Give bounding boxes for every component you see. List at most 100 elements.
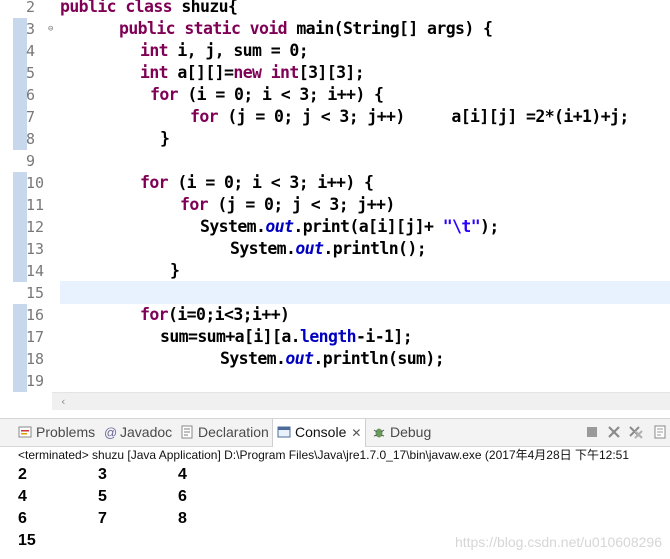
keyword: public static void bbox=[119, 19, 288, 38]
code-editor[interactable]: 2 3 4 5 6 7 8 9 10 11 12 13 14 15 16 17 18 19 ⊖ public cla… bbox=[0, 0, 670, 392]
field: length bbox=[300, 327, 357, 346]
static-field: out bbox=[265, 217, 294, 236]
output-value: 7 bbox=[98, 510, 107, 527]
code-token: (i = 0; i < 3; i++) { bbox=[178, 85, 384, 104]
code-line-6: for (i = 0; i < 3; i++) { bbox=[150, 84, 384, 106]
keyword: for bbox=[140, 173, 169, 192]
code-line-12: System.out.print(a[i][j]+ "\t"); bbox=[200, 216, 499, 238]
code-token: } bbox=[170, 261, 180, 280]
tab-debug[interactable]: Debug bbox=[372, 419, 431, 446]
line-number: 14 bbox=[26, 262, 45, 280]
code-token: (j = 0; j < 3; j++) bbox=[208, 195, 395, 214]
horizontal-scrollbar[interactable]: ‹ bbox=[52, 392, 670, 410]
line-number: 15 bbox=[26, 284, 45, 302]
code-line-8: } bbox=[160, 128, 170, 150]
scroll-left-arrow-icon[interactable]: ‹ bbox=[60, 393, 67, 410]
clear-console-icon[interactable] bbox=[652, 424, 668, 440]
code-token: (i = 0; i < 3; i++) { bbox=[168, 173, 374, 192]
line-number: 6 bbox=[26, 86, 36, 104]
terminate-icon[interactable] bbox=[584, 424, 600, 440]
code-line-16: for(i=0;i<3;i++) bbox=[140, 304, 290, 326]
keyword: for bbox=[180, 195, 209, 214]
code-token: sum=sum+a[i][a. bbox=[160, 327, 301, 346]
line-number: 10 bbox=[26, 174, 45, 192]
remove-launch-icon[interactable] bbox=[606, 424, 622, 440]
line-number: 18 bbox=[26, 350, 45, 368]
code-line-14: } bbox=[170, 260, 180, 282]
code-line-18: System.out.println(sum); bbox=[220, 348, 445, 370]
keyword: int bbox=[140, 63, 169, 82]
watermark-text: https://blog.csdn.net/u010608296 bbox=[454, 534, 662, 550]
keyword: new bbox=[233, 63, 262, 82]
code-line-5: int a[][]=new int[3][3]; bbox=[140, 62, 365, 84]
output-value: 15 bbox=[18, 532, 36, 549]
code-token: .println(); bbox=[323, 239, 427, 258]
line-number: 13 bbox=[26, 240, 45, 258]
code-token: } bbox=[160, 129, 170, 148]
code-token: shuzu{ bbox=[172, 0, 238, 16]
code-line-2: public class shuzu{ bbox=[60, 0, 238, 18]
current-line-highlight bbox=[60, 281, 670, 304]
code-token: System. bbox=[230, 239, 296, 258]
line-number: 5 bbox=[26, 64, 36, 82]
terminated-status-text: <terminated> shuzu [Java Application] D:… bbox=[18, 448, 629, 462]
tab-label: Debug bbox=[390, 424, 432, 440]
tab-label: Javadoc bbox=[120, 424, 173, 440]
code-line-13: System.out.println(); bbox=[230, 238, 427, 260]
code-token: .print(a[i][j]+ bbox=[293, 217, 443, 236]
line-number: 2 bbox=[26, 0, 36, 16]
code-token: i, j, sum = 0; bbox=[168, 41, 309, 60]
output-value: 5 bbox=[98, 488, 107, 505]
line-number: 9 bbox=[26, 152, 36, 170]
bug-icon bbox=[373, 428, 385, 438]
code-token: (j = 0; j < 3; j++) a[i][j] =2*(i+1)+j; bbox=[218, 107, 629, 126]
console-view: Problems @ Javadoc Declaration Console ✕ D… bbox=[0, 418, 670, 559]
line-number-gutter: 2 3 4 5 6 7 8 9 10 11 12 13 14 15 16 17 18 19 ⊖ bbox=[0, 0, 53, 392]
tab-javadoc[interactable]: @ Javadoc bbox=[104, 419, 172, 446]
line-number: 16 bbox=[26, 306, 45, 324]
close-icon[interactable]: ✕ bbox=[351, 426, 361, 440]
tab-problems[interactable]: Problems bbox=[18, 419, 95, 446]
keyword: public class bbox=[60, 0, 173, 16]
code-token: -i-1]; bbox=[356, 327, 413, 346]
output-value: 3 bbox=[98, 466, 107, 483]
code-token: a[][]= bbox=[168, 63, 234, 82]
code-line-11: for (j = 0; j < 3; j++) bbox=[180, 194, 395, 216]
line-number: 19 bbox=[26, 372, 45, 390]
output-value: 6 bbox=[18, 510, 27, 527]
line-number: 11 bbox=[26, 196, 45, 214]
code-token: System. bbox=[200, 217, 266, 236]
code-token: System. bbox=[220, 349, 286, 368]
tab-label: Declaration bbox=[198, 424, 269, 440]
code-line-7: for (j = 0; j < 3; j++) a[i][j] =2*(i+1)… bbox=[190, 106, 629, 128]
static-field: out bbox=[295, 239, 324, 258]
code-token: .println(sum); bbox=[313, 349, 445, 368]
code-line-17: sum=sum+a[i][a.length-i-1]; bbox=[160, 326, 413, 348]
keyword: for bbox=[150, 85, 179, 104]
tab-declaration[interactable]: Declaration bbox=[180, 419, 269, 446]
output-value: 8 bbox=[178, 510, 187, 527]
string-literal: "\t" bbox=[442, 217, 481, 236]
declaration-icon bbox=[181, 425, 193, 439]
keyword: for bbox=[190, 107, 219, 126]
fold-toggle-icon[interactable]: ⊖ bbox=[48, 18, 53, 40]
view-tab-bar: Problems @ Javadoc Declaration Console ✕ D… bbox=[0, 418, 670, 447]
tab-label: Problems bbox=[36, 424, 96, 440]
tab-label: Console bbox=[295, 424, 347, 440]
line-number: 12 bbox=[26, 218, 45, 236]
code-token: (i=0;i<3;i++) bbox=[168, 305, 290, 324]
code-token: main(String[] args) { bbox=[287, 19, 493, 38]
line-number: 3 bbox=[26, 20, 36, 38]
code-token: [3][3]; bbox=[298, 63, 365, 82]
code-line-10: for (i = 0; i < 3; i++) { bbox=[140, 172, 374, 194]
line-number: 7 bbox=[26, 108, 36, 126]
line-number: 8 bbox=[26, 130, 36, 148]
keyword: int bbox=[140, 41, 169, 60]
tab-console[interactable]: Console ✕ bbox=[272, 419, 367, 447]
output-value: 4 bbox=[178, 466, 187, 483]
output-value: 2 bbox=[18, 466, 27, 483]
static-field: out bbox=[285, 349, 314, 368]
keyword: for bbox=[140, 305, 169, 324]
remove-all-terminated-icon[interactable] bbox=[628, 424, 644, 440]
